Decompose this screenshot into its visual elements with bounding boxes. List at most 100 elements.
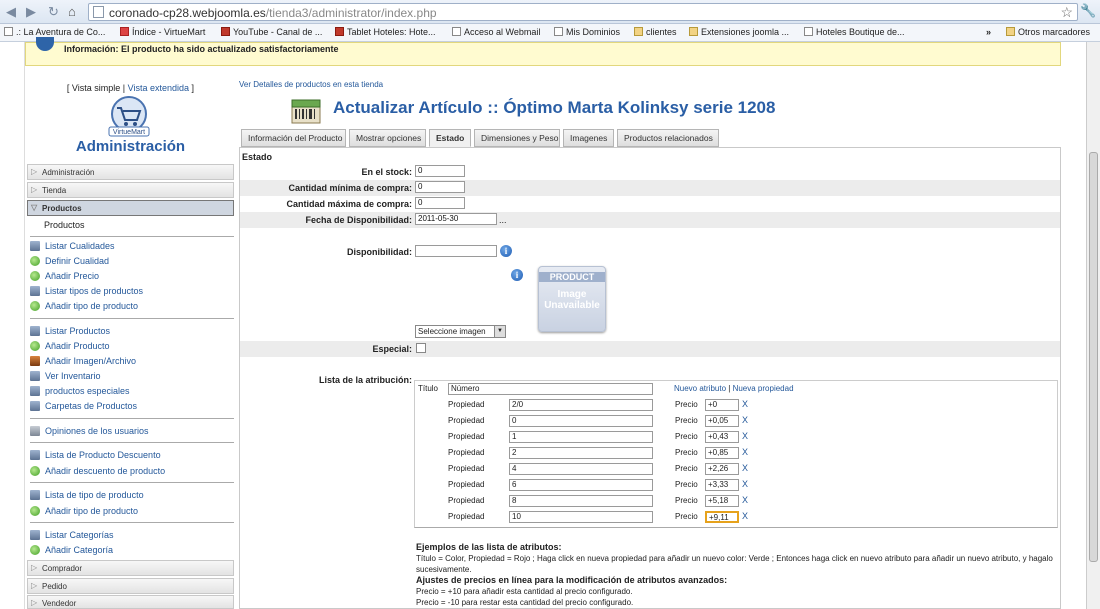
sidebar-item-add-price[interactable]: Añadir Precio [30,271,99,281]
tab-status[interactable]: Estado [429,129,471,147]
other-bookmarks[interactable]: Otros marcadores [1006,27,1090,37]
availability-label: Disponibilidad: [347,247,412,257]
sidebar-item-type-list[interactable]: Lista de tipo de producto [30,490,144,500]
menu-section-store[interactable]: ▷ Tienda [27,182,234,198]
tab-images[interactable]: Imagenes [563,129,614,147]
tab-display-options[interactable]: Mostrar opciones [349,129,426,147]
bookmark-folder[interactable]: clientes [634,27,677,37]
property-value-input[interactable]: 2 [509,447,653,459]
min-qty-input[interactable]: 0 [415,181,465,193]
menu-section-products[interactable]: ▽ Productos [27,200,234,216]
admin-sidebar: [ Vista simple | Vista extendida ] Virtu… [27,76,234,609]
remove-property-button[interactable]: X [742,415,748,425]
price-label: Precio [675,464,698,473]
special-checkbox[interactable] [416,343,426,353]
bookmark-item[interactable]: Mis Dominios [554,27,620,37]
stock-input[interactable]: 0 [415,165,465,177]
property-label: Propiedad [448,400,485,409]
price-label: Precio [675,432,698,441]
sidebar-item-list-product-types[interactable]: Listar tipos de productos [30,286,143,296]
bookmark-item[interactable]: .: La Aventura de Co... [4,27,105,37]
wrench-icon[interactable]: 🔧 [1080,3,1096,19]
date-picker-button[interactable]: ... [499,215,507,225]
sidebar-item-list-categories[interactable]: Listar Categorías [30,530,114,540]
remove-property-button[interactable]: X [742,511,748,521]
max-qty-input[interactable]: 0 [415,197,465,209]
sidebar-item-add-type[interactable]: Añadir tipo de producto [30,506,138,516]
image-select[interactable]: Seleccione imagen ▼ [415,325,506,338]
bookmark-item[interactable]: Índice - VirtueMart [120,27,205,37]
bookmark-item[interactable]: Hoteles Boutique de... [804,27,905,37]
sidebar-item-add-category[interactable]: Añadir Categoría [30,545,113,555]
price-input[interactable]: +0,05 [705,415,739,427]
info-icon[interactable]: i [500,245,512,257]
remove-property-button[interactable]: X [742,495,748,505]
menu-section-seller[interactable]: ▷ Vendedor [27,595,234,609]
tab-related-products[interactable]: Productos relacionados [617,129,719,147]
attribute-property-row: Propiedad 8 Precio +5,18 X [415,493,1057,509]
price-input[interactable]: +0,43 [705,431,739,443]
price-input[interactable]: +9,11 [705,511,739,523]
property-value-input[interactable]: 6 [509,479,653,491]
sidebar-item-discount-list[interactable]: Lista de Producto Descuento [30,450,161,460]
availability-input[interactable] [415,245,497,257]
bookmarks-overflow[interactable]: » [986,27,991,37]
menu-section-buyer[interactable]: ▷ Comprador [27,560,234,576]
remove-property-button[interactable]: X [742,479,748,489]
property-value-input[interactable]: 0 [509,415,653,427]
sidebar-item-special-products[interactable]: productos especiales [30,386,130,396]
price-input[interactable]: +0 [705,399,739,411]
stock-row: En el stock: 0 [240,164,1060,180]
price-input[interactable]: +3,33 [705,479,739,491]
info-icon[interactable]: i [511,269,523,281]
property-value-input[interactable]: 2/0 [509,399,653,411]
sidebar-item-list-products[interactable]: Listar Productos [30,326,110,336]
sidebar-item-list-attributes[interactable]: Listar Cualidades [30,241,115,251]
tab-dimensions[interactable]: Dimensiones y Peso [474,129,560,147]
scroll-thumb[interactable] [1089,152,1098,562]
menu-section-order[interactable]: ▷ Pedido [27,578,234,594]
tab-product-info[interactable]: Información del Producto [241,129,346,147]
back-icon[interactable]: ◀ [6,4,16,20]
remove-property-button[interactable]: X [742,463,748,473]
property-value-input[interactable]: 1 [509,431,653,443]
availability-date-input[interactable]: 2011-05-30 [415,213,497,225]
bookmark-star-icon[interactable]: ☆ [1060,4,1073,21]
bookmark-item[interactable]: Tablet Hoteles: Hote... [335,27,436,37]
bookmark-folder[interactable]: Extensiones joomla ... [689,27,789,37]
sidebar-item-add-image[interactable]: Añadir Imagen/Archivo [30,356,136,366]
sidebar-item-add-product[interactable]: Añadir Producto [30,341,110,351]
home-icon[interactable]: ⌂ [68,4,76,20]
attribute-title-input[interactable]: Número [448,383,653,395]
forward-icon[interactable]: ▶ [26,4,36,20]
price-input[interactable]: +0,85 [705,447,739,459]
reload-icon[interactable]: ↻ [48,4,59,20]
sidebar-item-add-product-type[interactable]: Añadir tipo de producto [30,301,138,311]
bookmark-item[interactable]: YouTube - Canal de ... [221,27,322,37]
remove-property-button[interactable]: X [742,447,748,457]
property-value-input[interactable]: 10 [509,511,653,523]
sidebar-item-user-reviews[interactable]: Opiniones de los usuarios [30,426,149,436]
new-attribute-link[interactable]: Nuevo atributo [674,384,726,393]
bookmark-item[interactable]: Acceso al Webmail [452,27,540,37]
menu-section-admin[interactable]: ▷ Administración [27,164,234,180]
sidebar-item-product-folders[interactable]: Carpetas de Productos [30,401,137,411]
property-value-input[interactable]: 4 [509,463,653,475]
sidebar-item-add-discount[interactable]: Añadir descuento de producto [30,466,165,476]
view-extended-link[interactable]: Vista extendida [128,83,189,93]
chevron-right-icon: ▷ [31,563,38,572]
address-bar[interactable]: coronado-cp28.webjoomla.es/tienda3/admin… [88,3,1078,21]
product-details-link[interactable]: Ver Detalles de productos en esta tienda [239,80,383,89]
view-simple-link[interactable]: [ Vista simple | [67,83,125,93]
remove-property-button[interactable]: X [742,399,748,409]
menu-section-label: Administración [42,168,95,177]
sidebar-item-define-attribute[interactable]: Definir Cualidad [30,256,109,266]
vertical-scrollbar[interactable] [1086,42,1100,609]
sidebar-item-inventory[interactable]: Ver Inventario [30,371,101,381]
remove-property-button[interactable]: X [742,431,748,441]
property-value-input[interactable]: 8 [509,495,653,507]
availability-date-row: Fecha de Disponibilidad: 2011-05-30 ... [240,212,1060,228]
price-input[interactable]: +2,26 [705,463,739,475]
price-input[interactable]: +5,18 [705,495,739,507]
new-property-link[interactable]: Nueva propiedad [733,384,794,393]
